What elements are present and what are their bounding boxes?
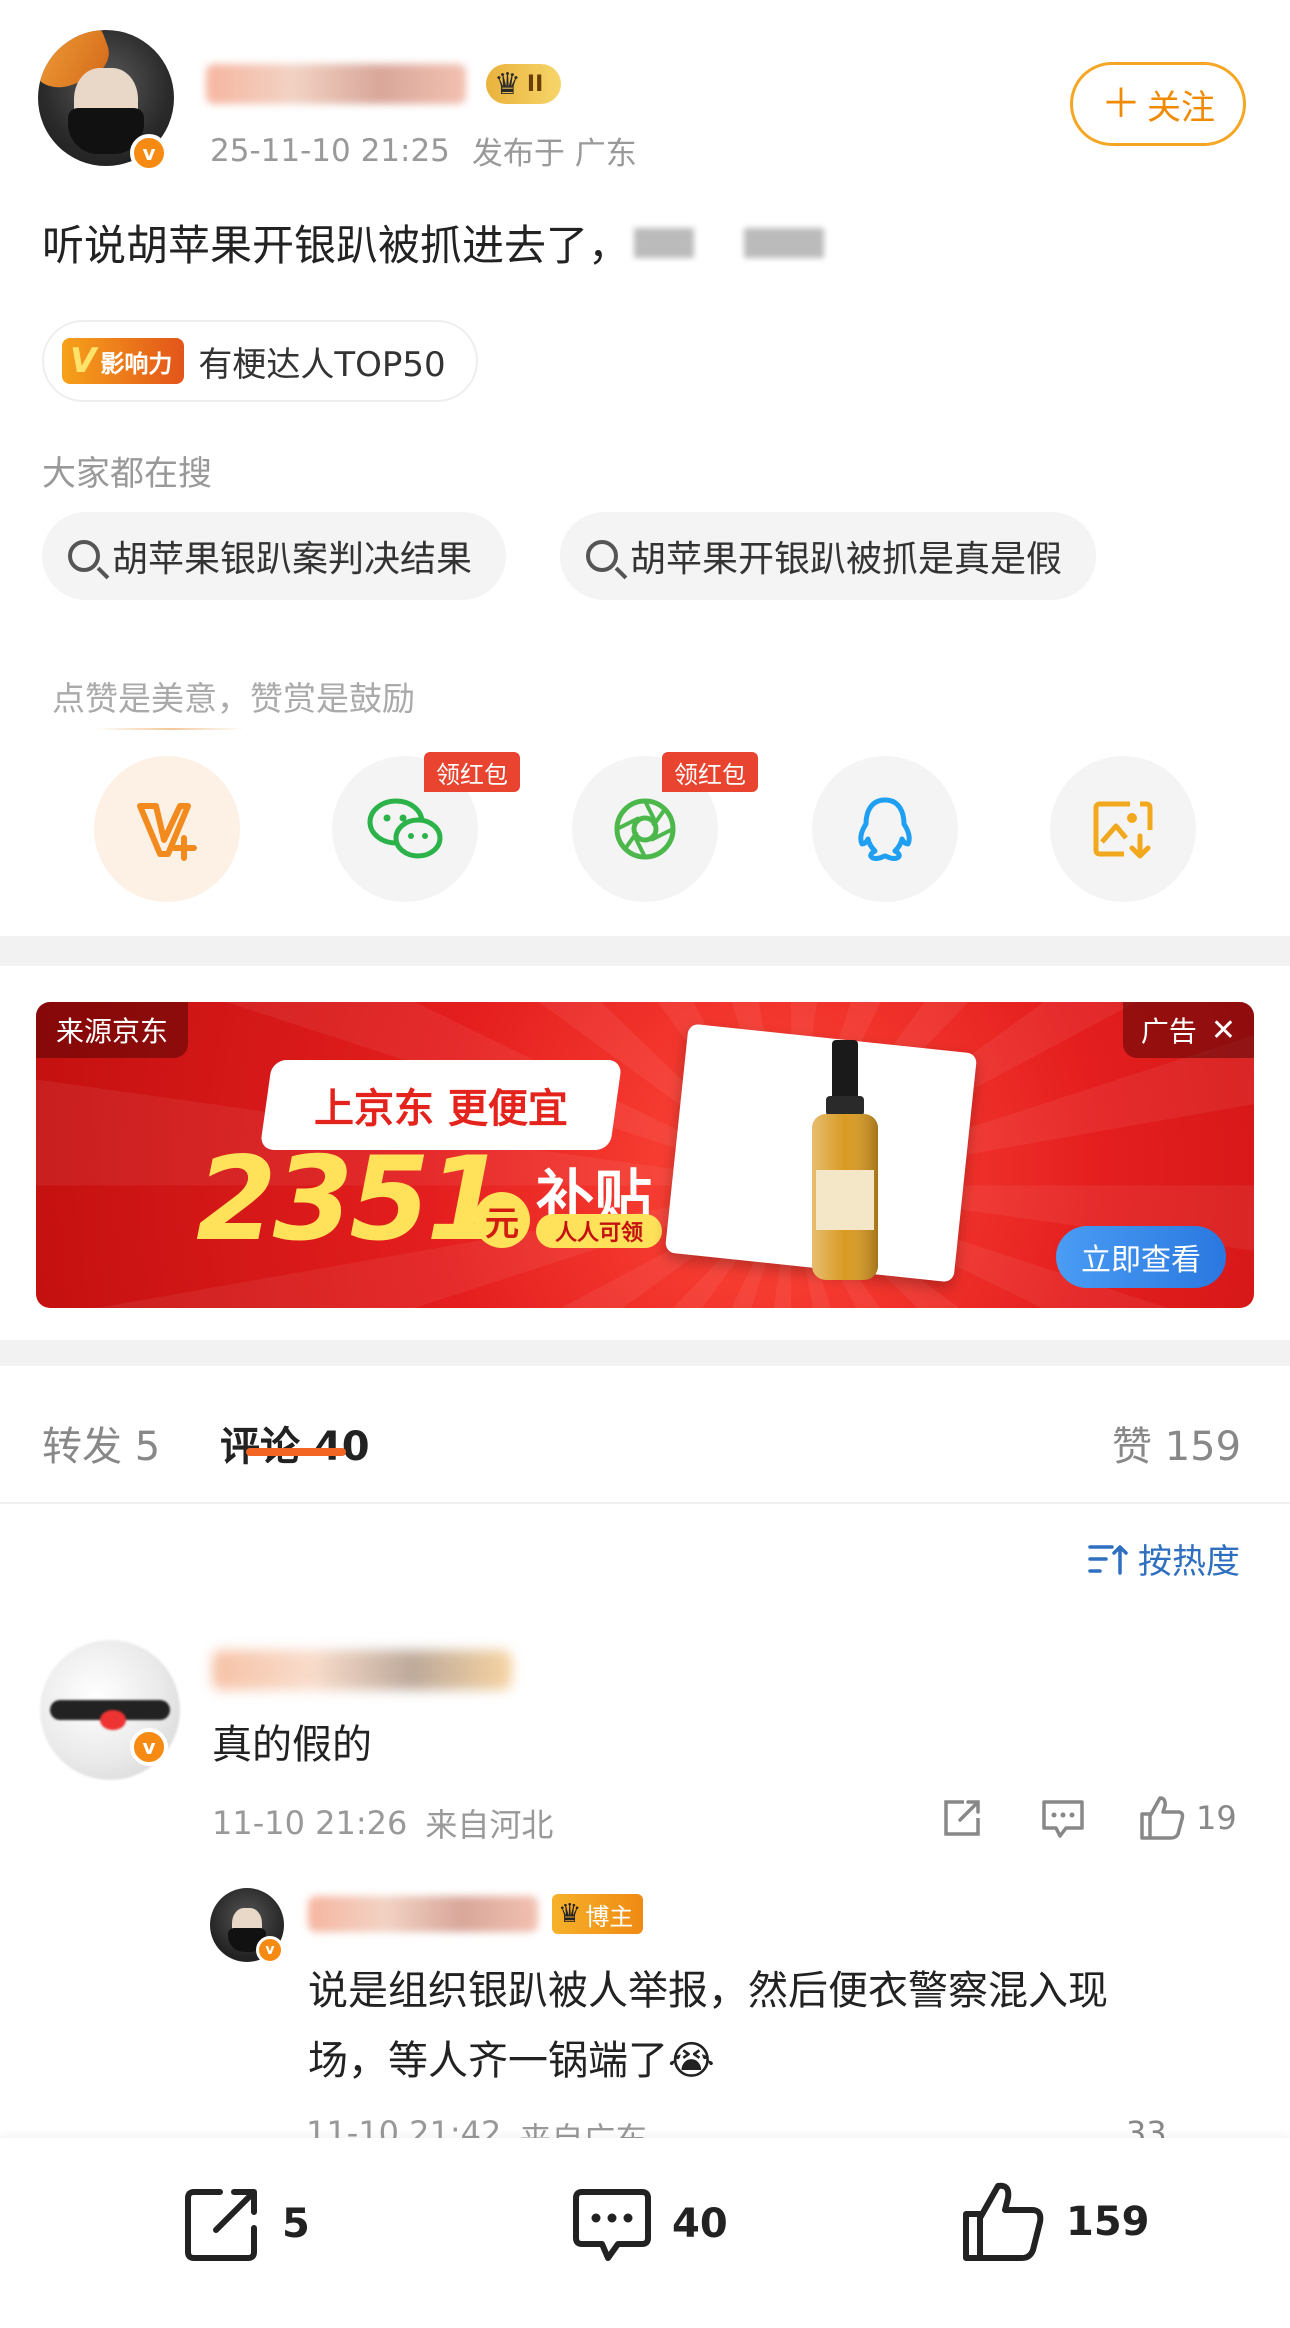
reply-author-name[interactable] xyxy=(308,1896,538,1932)
reply-like-count: 33 xyxy=(1126,2114,1167,2138)
moments-icon xyxy=(614,798,676,860)
section-divider xyxy=(0,936,1290,966)
reward-tip: 点赞是美意，赞赏是鼓励 xyxy=(52,679,415,718)
wechat-icon xyxy=(367,798,443,859)
crown-icon: ♛ xyxy=(558,1899,582,1929)
search-chip[interactable]: 胡苹果银趴案判决结果 xyxy=(42,512,507,600)
close-icon: ✕ xyxy=(1210,1012,1236,1048)
thumbs-up-icon xyxy=(1140,1796,1185,1840)
post-text: 听说胡苹果开银趴被抓进去了， xyxy=(42,212,825,273)
member-badge[interactable]: ♛ II xyxy=(486,64,562,104)
influence-text: 有梗达人TOP50 xyxy=(198,344,446,385)
section-divider xyxy=(0,1340,1290,1366)
ad-close-button[interactable]: 广告 ✕ xyxy=(1122,1002,1254,1058)
v-icon: V xyxy=(70,341,97,381)
post-time: 25-11-10 21:25 xyxy=(210,132,450,169)
tab-likes[interactable]: 赞 159 xyxy=(1112,1414,1241,1472)
comment-reply-button[interactable] xyxy=(1040,1796,1086,1840)
share-qq-button[interactable] xyxy=(812,756,958,902)
qq-icon xyxy=(858,797,912,862)
post-location: 发布于 广东 xyxy=(471,136,637,172)
influence-badge[interactable]: V 影响力 有梗达人TOP50 xyxy=(42,320,478,402)
save-image-button[interactable] xyxy=(1050,756,1196,902)
sort-button[interactable]: 按热度 xyxy=(1088,1534,1240,1583)
ad-yuan: 元 xyxy=(474,1192,530,1248)
search-icon xyxy=(586,540,618,572)
ad-cta-button[interactable]: 立即查看 xyxy=(1056,1226,1226,1288)
crown-icon: ♛ xyxy=(494,66,521,102)
product-bottle-image xyxy=(812,1040,878,1280)
tab-repost[interactable]: 转发 5 xyxy=(42,1414,160,1472)
tab-comments[interactable]: 评论 40 xyxy=(220,1414,370,1472)
ad-source-label: 来源京东 xyxy=(36,1002,189,1058)
author-name[interactable] xyxy=(206,64,466,104)
reply-text: 说是组织银趴被人举报，然后便衣警察混入现 场，等人齐一锅端了😭 xyxy=(308,1968,1108,2084)
reward-v-icon xyxy=(137,803,197,861)
author-badge: ♛ 博主 xyxy=(552,1894,644,1934)
ad-everyone: 人人可领 xyxy=(536,1214,662,1248)
avatar-detail xyxy=(100,1710,126,1730)
active-tab-indicator xyxy=(246,1448,346,1456)
hongbao-badge: 领红包 xyxy=(662,752,758,792)
post-meta: 25-11-10 21:25 发布于 广东 xyxy=(210,128,637,173)
verified-icon: v xyxy=(130,134,168,172)
reply-author-row: ♛ 博主 xyxy=(308,1894,644,1934)
comment-icon xyxy=(1042,1800,1084,1838)
reward-button[interactable] xyxy=(94,756,240,902)
verified-icon: v xyxy=(256,1936,284,1964)
tip-underline xyxy=(95,728,245,730)
hongbao-badge: 领红包 xyxy=(424,752,520,792)
follow-button[interactable]: ＋ 关注 xyxy=(1070,62,1246,146)
comment-text: 真的假的 xyxy=(212,1722,372,1768)
reply-meta: 11-10 21:42 来自广东 xyxy=(306,2114,647,2138)
share-icon xyxy=(944,1800,980,1836)
plus-icon: ＋ xyxy=(1101,81,1141,127)
bottom-action-bar: 5 40 159 xyxy=(0,2138,1290,2328)
verified-icon: v xyxy=(130,1728,168,1766)
comment-meta: 11-10 21:26 来自河北 xyxy=(212,1804,554,1844)
ad-banner[interactable]: 来源京东 广告 ✕ 上京东 更便宜 2351 元 补贴 人人可领 立即查看 xyxy=(36,1002,1254,1308)
commenter-name[interactable] xyxy=(212,1650,512,1690)
hot-search-label: 大家都在搜 xyxy=(42,454,212,494)
influence-tag: V 影响力 xyxy=(62,338,185,384)
bottom-repost-button[interactable]: 5 xyxy=(180,2182,310,2266)
tabs-divider xyxy=(0,1502,1290,1504)
comment-icon xyxy=(573,2189,651,2261)
ad-amount: 2351 xyxy=(196,1132,507,1267)
search-chip[interactable]: 胡苹果开银趴被抓是真是假 xyxy=(560,512,1097,600)
search-icon xyxy=(68,540,100,572)
redacted-text xyxy=(634,227,695,258)
save-image-icon xyxy=(1093,801,1153,859)
comment-share-button[interactable] xyxy=(940,1796,984,1840)
bottom-comment-button[interactable]: 40 xyxy=(570,2182,728,2266)
author-name-row: ♛ II xyxy=(206,64,562,104)
redacted-text xyxy=(744,227,825,258)
bottom-like-button[interactable]: 159 xyxy=(960,2178,1150,2266)
sort-icon xyxy=(1088,1544,1128,1575)
comment-like-button[interactable]: 19 xyxy=(1138,1794,1237,1842)
share-icon xyxy=(185,2189,257,2261)
thumbs-up-icon xyxy=(963,2182,1044,2261)
